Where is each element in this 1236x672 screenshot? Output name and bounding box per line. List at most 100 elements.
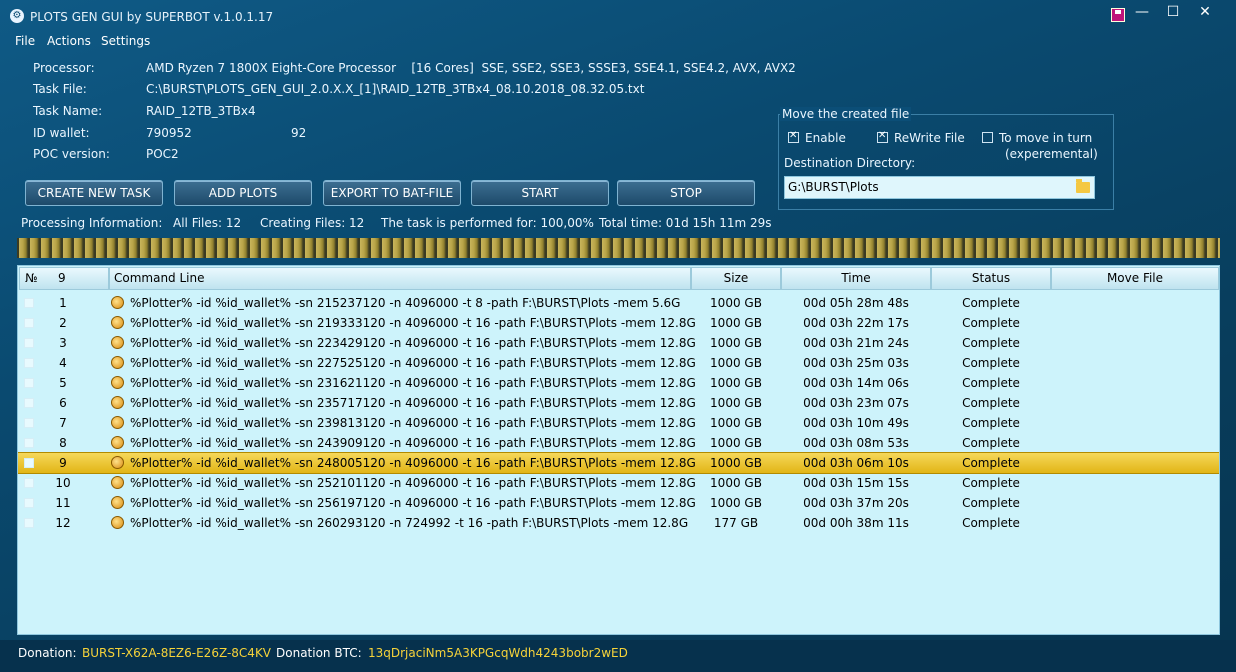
table-row[interactable]: 6 %Plotter% -id %id_wallet% -sn 235717120… <box>18 393 1219 413</box>
wallet-value: 790952 92 <box>146 126 307 140</box>
row-size: 177 GB <box>713 516 759 530</box>
row-size: 1000 GB <box>710 496 762 510</box>
row-status: Complete <box>962 356 1020 370</box>
minimize-button[interactable]: — <box>1130 3 1154 21</box>
row-checkbox[interactable] <box>24 478 34 488</box>
row-status: Complete <box>962 496 1020 510</box>
row-command: %Plotter% -id %id_wallet% -sn 219333120 … <box>130 316 696 330</box>
col-status[interactable]: Status <box>931 267 1051 290</box>
row-status: Complete <box>962 516 1020 530</box>
menu-settings[interactable]: Settings <box>101 34 150 48</box>
create-task-button[interactable]: CREATE NEW TASK <box>25 180 163 206</box>
stop-button[interactable]: STOP <box>617 180 755 206</box>
plotter-icon <box>111 456 124 469</box>
add-plots-button[interactable]: ADD PLOTS <box>174 180 312 206</box>
row-checkbox[interactable] <box>24 338 34 348</box>
row-size: 1000 GB <box>710 376 762 390</box>
col-number[interactable]: № 9 <box>19 267 109 290</box>
row-command: %Plotter% -id %id_wallet% -sn 239813120 … <box>130 416 696 430</box>
col-size[interactable]: Size <box>691 267 781 290</box>
row-command: %Plotter% -id %id_wallet% -sn 248005120 … <box>130 456 696 470</box>
processor-label: Processor: <box>33 61 95 75</box>
row-checkbox[interactable] <box>24 498 34 508</box>
row-number: 12 <box>55 516 71 530</box>
row-number: 11 <box>55 496 71 510</box>
row-size: 1000 GB <box>710 316 762 330</box>
row-time: 00d 00h 38m 11s <box>803 516 909 530</box>
table-row[interactable]: 4 %Plotter% -id %id_wallet% -sn 227525120… <box>18 353 1219 373</box>
table-row[interactable]: 11 %Plotter% -id %id_wallet% -sn 25619712… <box>18 493 1219 513</box>
enable-label: Enable <box>805 131 846 145</box>
row-checkbox[interactable] <box>24 318 34 328</box>
row-time: 00d 03h 25m 03s <box>803 356 909 370</box>
row-checkbox[interactable] <box>24 418 34 428</box>
table-row[interactable]: 10 %Plotter% -id %id_wallet% -sn 25210112… <box>18 473 1219 493</box>
task-name-label: Task Name: <box>33 104 103 118</box>
table-row[interactable]: 8 %Plotter% -id %id_wallet% -sn 243909120… <box>18 433 1219 453</box>
table-row[interactable]: 5 %Plotter% -id %id_wallet% -sn 231621120… <box>18 373 1219 393</box>
row-status: Complete <box>962 456 1020 470</box>
menu-file[interactable]: File <box>15 34 35 48</box>
destination-input[interactable]: G:\BURST\Plots <box>784 176 1095 199</box>
poc-label: POC version: <box>33 147 110 161</box>
menu-actions[interactable]: Actions <box>47 34 91 48</box>
row-number: 3 <box>59 336 67 350</box>
row-checkbox[interactable] <box>24 438 34 448</box>
enable-checkbox[interactable] <box>788 130 799 143</box>
table-row[interactable]: 3 %Plotter% -id %id_wallet% -sn 223429120… <box>18 333 1219 353</box>
row-command: %Plotter% -id %id_wallet% -sn 256197120 … <box>130 496 696 510</box>
row-size: 1000 GB <box>710 336 762 350</box>
table-row[interactable]: 12 %Plotter% -id %id_wallet% -sn 26029312… <box>18 513 1219 533</box>
table-row[interactable]: 2 %Plotter% -id %id_wallet% -sn 219333120… <box>18 313 1219 333</box>
row-status: Complete <box>962 336 1020 350</box>
row-number: 8 <box>59 436 67 450</box>
export-bat-button[interactable]: EXPORT TO BAT-FILE <box>323 180 461 206</box>
row-time: 00d 05h 28m 48s <box>803 296 909 310</box>
col-time[interactable]: Time <box>781 267 931 290</box>
row-checkbox[interactable] <box>24 358 34 368</box>
all-files-count: All Files: 12 <box>173 216 242 230</box>
donation-btc-label: Donation BTC: <box>276 646 362 660</box>
donation-btc-address[interactable]: 13qDrjaciNm5A3KPGcqWdh4243bobr2wED <box>368 646 628 660</box>
start-button[interactable]: START <box>471 180 609 206</box>
donation-burst-address[interactable]: BURST-X62A-8EZ6-E26Z-8C4KV <box>82 646 271 660</box>
rewrite-checkbox[interactable] <box>877 130 888 143</box>
row-checkbox[interactable] <box>24 458 34 468</box>
table-row[interactable]: 1 %Plotter% -id %id_wallet% -sn 215237120… <box>18 293 1219 313</box>
row-time: 00d 03h 10m 49s <box>803 416 909 430</box>
table-row[interactable]: 9 %Plotter% -id %id_wallet% -sn 248005120… <box>18 452 1219 474</box>
row-status: Complete <box>962 316 1020 330</box>
row-checkbox[interactable] <box>24 378 34 388</box>
row-command: %Plotter% -id %id_wallet% -sn 252101120 … <box>130 476 696 490</box>
move-in-turn-checkbox[interactable] <box>982 132 993 143</box>
save-icon[interactable] <box>1111 8 1125 22</box>
folder-icon[interactable] <box>1076 179 1090 193</box>
row-time: 00d 03h 15m 15s <box>803 476 909 490</box>
row-number: 1 <box>59 296 67 310</box>
task-file-label: Task File: <box>33 82 87 96</box>
app-icon: ⚙ <box>10 9 24 23</box>
row-checkbox[interactable] <box>24 398 34 408</box>
processor-value: AMD Ryzen 7 1800X Eight-Core Processor [… <box>146 61 796 75</box>
move-in-turn-label: To move in turn <box>999 131 1093 145</box>
col-move-file[interactable]: Move File <box>1051 267 1219 290</box>
row-size: 1000 GB <box>710 436 762 450</box>
destination-value: G:\BURST\Plots <box>788 180 879 194</box>
close-button[interactable]: ✕ <box>1193 3 1217 21</box>
row-checkbox[interactable] <box>24 518 34 528</box>
row-number: 9 <box>59 456 67 470</box>
row-number: 2 <box>59 316 67 330</box>
table-row[interactable]: 7 %Plotter% -id %id_wallet% -sn 239813120… <box>18 413 1219 433</box>
col-number-label: № <box>25 271 38 285</box>
row-time: 00d 03h 06m 10s <box>803 456 909 470</box>
creating-files-count: Creating Files: 12 <box>260 216 365 230</box>
row-time: 00d 03h 21m 24s <box>803 336 909 350</box>
task-progress-text: The task is performed for: 100,00% <box>381 216 594 230</box>
maximize-button[interactable]: ☐ <box>1161 3 1185 21</box>
row-checkbox[interactable] <box>24 298 34 308</box>
col-command-line[interactable]: Command Line <box>109 267 691 290</box>
row-time: 00d 03h 14m 06s <box>803 376 909 390</box>
row-status: Complete <box>962 476 1020 490</box>
row-status: Complete <box>962 376 1020 390</box>
title-bar: ⚙ PLOTS GEN GUI by SUPERBOT v.1.0.1.17 —… <box>0 0 1236 32</box>
